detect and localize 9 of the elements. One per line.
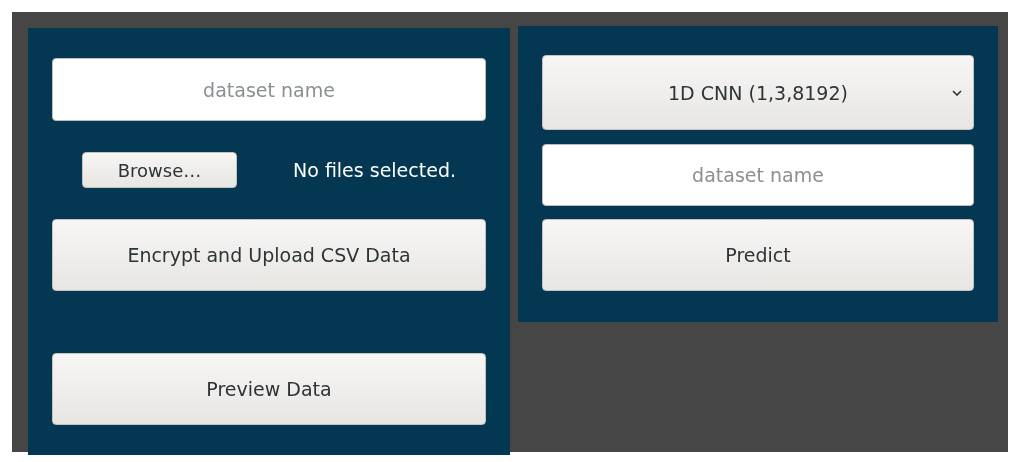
preview-button[interactable]: Preview Data xyxy=(52,353,486,425)
dataset-name-field[interactable]: dataset name xyxy=(52,58,486,121)
file-status-text: No files selected. xyxy=(293,159,456,181)
browse-button[interactable]: Browse… xyxy=(82,152,237,188)
predict-button[interactable]: Predict xyxy=(542,219,974,291)
dataset-name-field[interactable]: dataset name xyxy=(542,144,974,206)
chevron-down-icon xyxy=(952,90,962,96)
model-dropdown[interactable]: 1D CNN (1,3,8192) xyxy=(542,55,974,130)
upload-button[interactable]: Encrypt and Upload CSV Data xyxy=(52,219,486,291)
